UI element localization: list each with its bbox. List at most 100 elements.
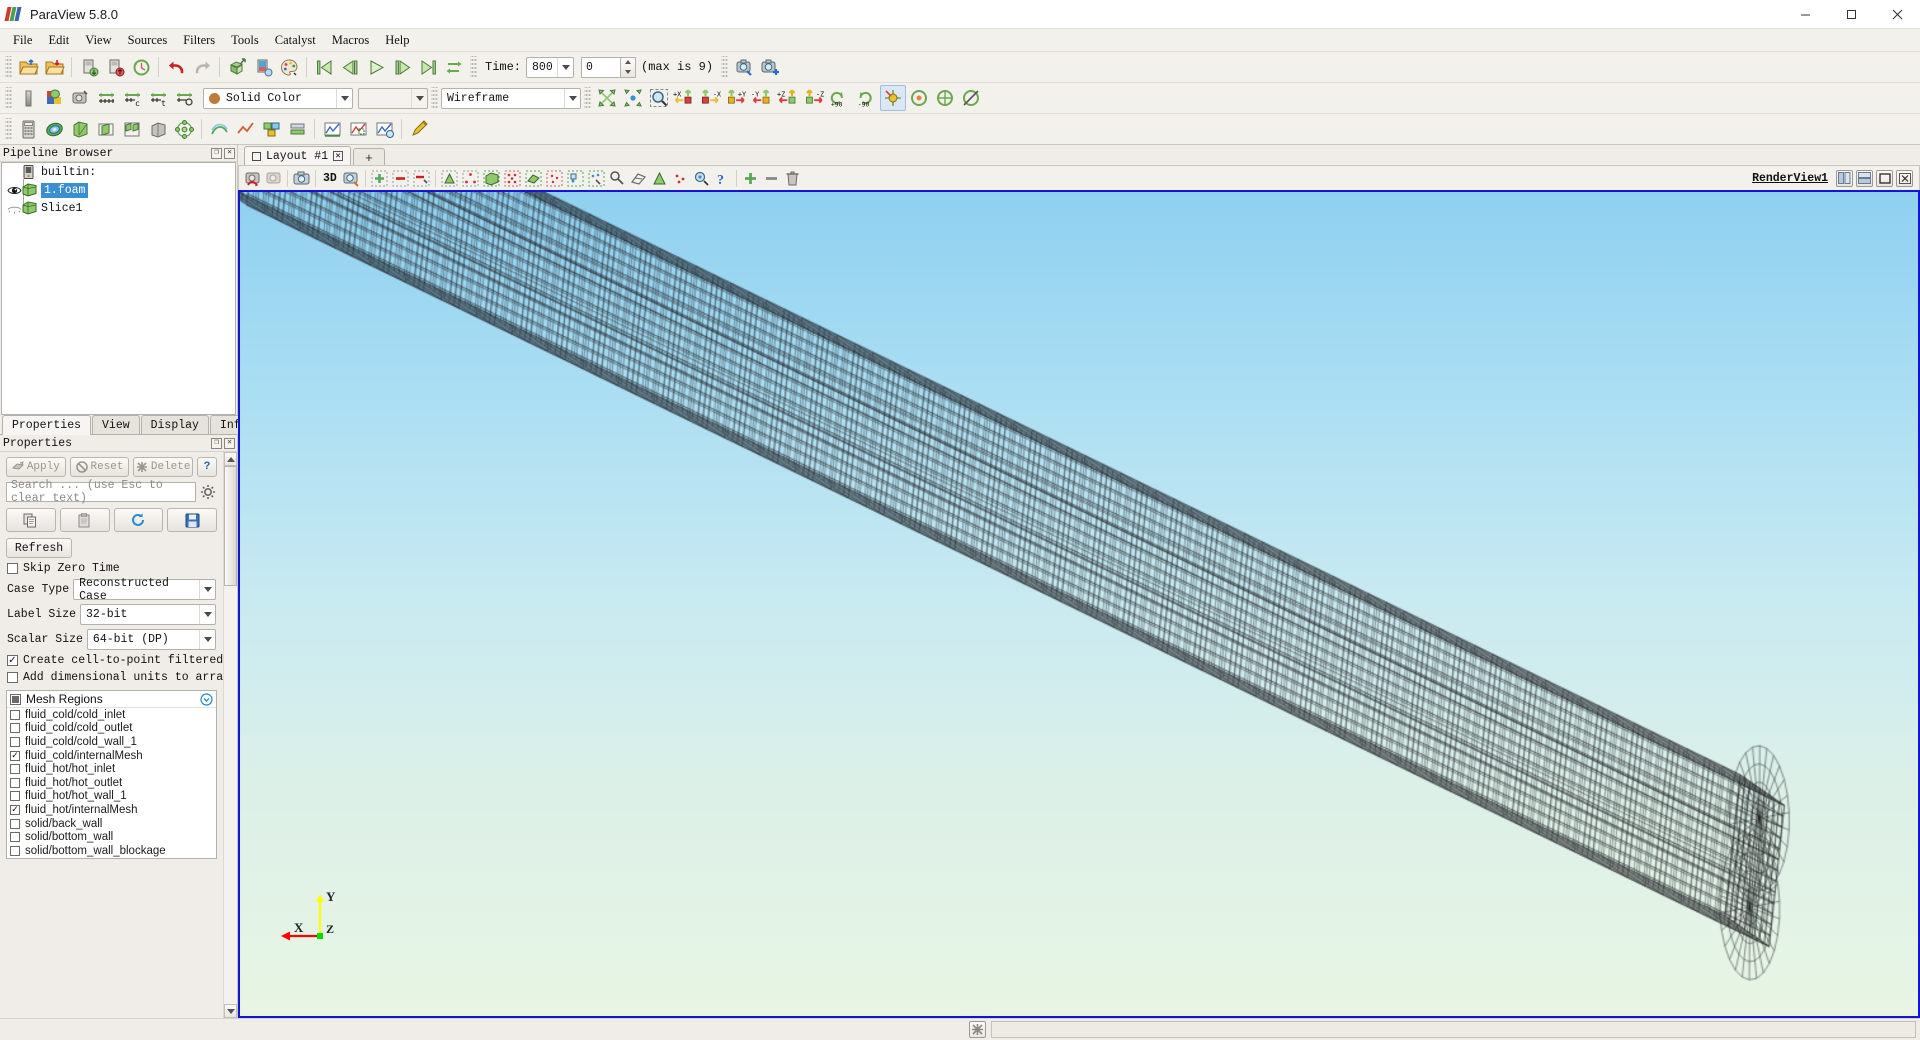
create-cell-to-point-checkbox[interactable] — [7, 655, 18, 666]
skip-zero-time-row[interactable]: Skip Zero Time — [2, 560, 221, 577]
toolbar-grip[interactable] — [5, 118, 12, 140]
zoom-to-data-icon[interactable] — [731, 54, 757, 80]
contour-icon[interactable] — [41, 116, 67, 142]
orientation-axes-widget[interactable]: Y X Z — [278, 888, 348, 948]
select-surface-cells-icon[interactable] — [481, 168, 502, 189]
copy-properties-button[interactable] — [6, 508, 56, 532]
hover-points-icon[interactable] — [628, 168, 649, 189]
undo-icon[interactable] — [163, 54, 189, 80]
tab-properties[interactable]: Properties — [2, 415, 92, 435]
toolbar-grip[interactable] — [5, 56, 12, 78]
mesh-region-checkbox[interactable] — [10, 750, 20, 761]
help-selection-icon[interactable]: ? — [712, 168, 733, 189]
open-file-icon[interactable] — [15, 54, 41, 80]
interactive-select-cells-icon[interactable] — [586, 168, 607, 189]
threshold-icon[interactable] — [119, 116, 145, 142]
zoom-to-region-icon[interactable] — [646, 85, 672, 111]
mesh-region-checkbox[interactable] — [10, 764, 20, 775]
toggle-selection-icon[interactable] — [411, 168, 432, 189]
grow-selection-icon[interactable] — [740, 168, 761, 189]
menu-catalyst[interactable]: Catalyst — [267, 31, 324, 50]
scrollbar-track[interactable] — [224, 466, 237, 1004]
rescale-data-over-time-icon[interactable]: c — [119, 85, 145, 111]
restore-defaults-button[interactable] — [113, 508, 164, 532]
toolbar-grip[interactable] — [5, 87, 12, 109]
glyph-icon[interactable] — [171, 116, 197, 142]
mesh-region-checkbox[interactable] — [10, 723, 20, 734]
plot-over-line-icon[interactable] — [319, 116, 345, 142]
stream-tracer-icon[interactable] — [206, 116, 232, 142]
render-view[interactable]: Y X Z — [238, 190, 1920, 1018]
load-state-icon[interactable] — [128, 54, 154, 80]
clip-icon[interactable] — [67, 116, 93, 142]
mesh-region-row[interactable]: fluid_hot/hot_inlet — [7, 762, 216, 776]
plot-data-over-time-icon[interactable] — [371, 116, 397, 142]
time-value-combo[interactable]: 800 — [526, 56, 575, 78]
mesh-region-row[interactable]: solid/bottom_wall_blockage — [7, 844, 216, 858]
save-defaults-button[interactable] — [167, 508, 217, 532]
label-size-combo[interactable]: 32-bit — [80, 604, 216, 625]
representation-combo[interactable]: Wireframe — [441, 87, 581, 109]
mesh-region-row[interactable]: solid/bottom_wall — [7, 830, 216, 844]
toolbar-grip[interactable] — [584, 87, 591, 109]
pipeline-item-builtin[interactable]: builtin: — [2, 163, 235, 181]
pipeline-browser[interactable]: builtin: 1.foam Slice1 — [1, 162, 236, 415]
redo-camera-icon[interactable] — [250, 54, 276, 80]
screenshot-icon[interactable] — [291, 168, 312, 189]
extract-level-icon[interactable] — [284, 116, 310, 142]
mesh-region-checkbox[interactable] — [10, 791, 20, 802]
menu-view[interactable]: View — [77, 31, 119, 50]
recent-files-icon[interactable] — [41, 54, 67, 80]
toggle-center-visibility-icon[interactable] — [958, 85, 984, 111]
minimize-button[interactable] — [1782, 0, 1828, 29]
maximize-button[interactable] — [1828, 0, 1874, 29]
frustum-points-icon[interactable] — [544, 168, 565, 189]
mesh-region-row[interactable]: fluid_cold/cold_outlet — [7, 722, 216, 736]
extract-selection-icon[interactable] — [649, 168, 670, 189]
properties-scrollbar[interactable] — [223, 452, 237, 1018]
loop-icon[interactable] — [441, 54, 467, 80]
extract-subset-icon[interactable] — [145, 116, 171, 142]
pipeline-item-foam[interactable]: 1.foam — [2, 181, 235, 199]
scalar-bar-icon[interactable] — [15, 85, 41, 111]
view-direction-plus-z-icon[interactable]: +Z — [776, 85, 802, 111]
last-frame-icon[interactable] — [415, 54, 441, 80]
play-icon[interactable] — [363, 54, 389, 80]
mesh-region-checkbox[interactable] — [10, 709, 20, 720]
select-points-icon[interactable] — [460, 168, 481, 189]
tab-view[interactable]: View — [92, 415, 140, 434]
edit-color-map-icon[interactable] — [41, 85, 67, 111]
color-palette-icon[interactable] — [276, 54, 302, 80]
menu-edit[interactable]: Edit — [40, 31, 77, 50]
array-component-combo[interactable] — [358, 87, 428, 109]
menu-tools[interactable]: Tools — [223, 31, 267, 50]
slice-icon[interactable] — [93, 116, 119, 142]
delete-button[interactable]: Delete — [133, 457, 194, 477]
clear-status-icon[interactable] — [969, 1021, 986, 1038]
mesh-region-row[interactable]: fluid_cold/internalMesh — [7, 749, 216, 763]
advanced-properties-gear-icon[interactable] — [200, 484, 218, 502]
previous-frame-icon[interactable] — [337, 54, 363, 80]
mesh-region-row[interactable]: fluid_hot/hot_wall_1 — [7, 790, 216, 804]
warp-icon[interactable] — [232, 116, 258, 142]
close-button[interactable] — [1874, 0, 1920, 29]
select-surface-points-icon[interactable] — [502, 168, 523, 189]
hover-cells-icon[interactable] — [607, 168, 628, 189]
rescale-to-data-icon[interactable] — [67, 85, 93, 111]
redo-icon[interactable] — [189, 54, 215, 80]
close-layout-icon[interactable]: ✕ — [333, 151, 344, 161]
save-state-icon[interactable] — [102, 54, 128, 80]
spin-down-icon[interactable] — [621, 67, 635, 77]
rotate-plus-90-icon[interactable]: +90 — [828, 85, 854, 111]
split-horizontal-icon[interactable] — [1836, 169, 1853, 187]
reset-center-icon[interactable] — [906, 85, 932, 111]
view-direction-minus-z-icon[interactable]: -Z — [802, 85, 828, 111]
mesh-region-row[interactable]: fluid_cold/cold_wall_1 — [7, 735, 216, 749]
color-by-combo[interactable]: Solid Color — [203, 87, 353, 109]
rescale-custom-range-icon[interactable] — [93, 85, 119, 111]
zoom-region-icon[interactable] — [341, 168, 362, 189]
subtract-selection-icon[interactable] — [390, 168, 411, 189]
group-datasets-icon[interactable] — [258, 116, 284, 142]
select-blocks-icon[interactable] — [565, 168, 586, 189]
add-layout-button[interactable]: + — [353, 148, 385, 165]
